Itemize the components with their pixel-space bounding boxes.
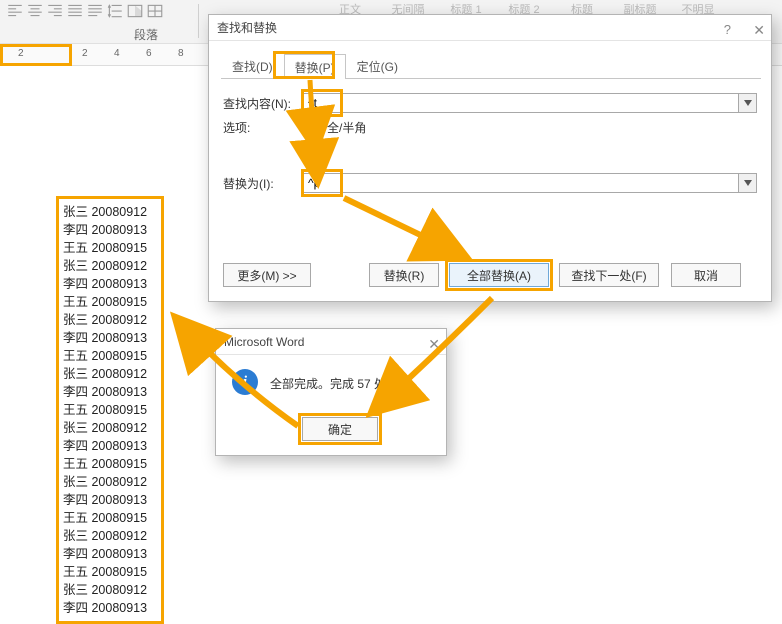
tab-replace[interactable]: 替换(P) [284, 54, 346, 79]
align-justify-icon[interactable] [66, 2, 84, 20]
align-left-icon[interactable] [6, 2, 24, 20]
list-item: 李四 20080913 [63, 329, 157, 347]
msg-title: Microsoft Word [224, 335, 304, 349]
align-right-icon[interactable] [46, 2, 64, 20]
ok-button[interactable]: 确定 [302, 417, 378, 441]
list-item: 张三 20080912 [63, 257, 157, 275]
list-item: 李四 20080913 [63, 491, 157, 509]
list-item: 李四 20080913 [63, 221, 157, 239]
document-result-column: 张三 20080912李四 20080913王五 20080915张三 2008… [56, 196, 164, 624]
list-item: 李四 20080913 [63, 275, 157, 293]
list-item: 王五 20080915 [63, 239, 157, 257]
list-item: 张三 20080912 [63, 581, 157, 599]
replace-all-button[interactable]: 全部替换(A) [449, 263, 549, 287]
list-item: 李四 20080913 [63, 437, 157, 455]
paragraph-align-group [6, 2, 164, 20]
info-icon: i [232, 369, 258, 395]
dialog-title: 查找和替换 [217, 21, 277, 35]
replace-button[interactable]: 替换(R) [369, 263, 439, 287]
paragraph-group-label: 段落 [134, 26, 158, 43]
align-center-icon[interactable] [26, 2, 44, 20]
list-item: 王五 20080915 [63, 293, 157, 311]
list-item: 李四 20080913 [63, 599, 157, 617]
list-item: 王五 20080915 [63, 347, 157, 365]
ruler-mark: 8 [178, 48, 184, 59]
ruler-mark: 2 [82, 48, 88, 59]
cancel-button[interactable]: 取消 [671, 263, 741, 287]
tab-goto[interactable]: 定位(G) [346, 53, 409, 78]
msg-text: 全部完成。完成 57 处替换。 [270, 375, 422, 392]
message-dialog: Microsoft Word ✕ i 全部完成。完成 57 处替换。 确定 [215, 328, 447, 456]
distribute-icon[interactable] [86, 2, 104, 20]
tab-find[interactable]: 查找(D) [221, 53, 284, 78]
find-label: 查找内容(N): [223, 95, 291, 112]
close-icon[interactable]: ✕ [753, 17, 765, 43]
replace-label: 替换为(I): [223, 175, 274, 192]
replace-dropdown-arrow[interactable] [739, 173, 757, 193]
list-item: 王五 20080915 [63, 401, 157, 419]
list-item: 张三 20080912 [63, 527, 157, 545]
dialog-title-bar[interactable]: 查找和替换 ? ✕ [209, 15, 771, 41]
list-item: 张三 20080912 [63, 419, 157, 437]
find-next-button[interactable]: 查找下一处(F) [559, 263, 659, 287]
ruler-mark: 4 [114, 48, 120, 59]
list-item: 张三 20080912 [63, 365, 157, 383]
list-item: 王五 20080915 [63, 563, 157, 581]
find-dropdown-arrow[interactable] [739, 93, 757, 113]
list-item: 李四 20080913 [63, 545, 157, 563]
ruler-mark: 2 [18, 48, 24, 59]
options-value: 区分全/半角 [303, 119, 366, 136]
list-item: 张三 20080912 [63, 473, 157, 491]
options-label: 选项: [223, 119, 250, 136]
ruler-mark: 6 [146, 48, 152, 59]
find-replace-dialog: 查找和替换 ? ✕ 查找(D) 替换(P) 定位(G) 查找内容(N): 选项:… [208, 14, 772, 302]
more-button[interactable]: 更多(M) >> [223, 263, 311, 287]
borders-icon[interactable] [146, 2, 164, 20]
list-item: 王五 20080915 [63, 509, 157, 527]
list-item: 王五 20080915 [63, 455, 157, 473]
list-item: 张三 20080912 [63, 311, 157, 329]
dialog-tabs: 查找(D) 替换(P) 定位(G) [221, 53, 761, 79]
find-input[interactable] [303, 93, 739, 113]
list-item: 张三 20080912 [63, 203, 157, 221]
msg-close-icon[interactable]: ✕ [428, 331, 440, 357]
help-icon[interactable]: ? [724, 17, 731, 43]
replace-input[interactable] [303, 173, 739, 193]
line-spacing-icon[interactable] [106, 2, 124, 20]
msg-title-bar[interactable]: Microsoft Word ✕ [216, 329, 446, 355]
shading-icon[interactable] [126, 2, 144, 20]
list-item: 李四 20080913 [63, 383, 157, 401]
